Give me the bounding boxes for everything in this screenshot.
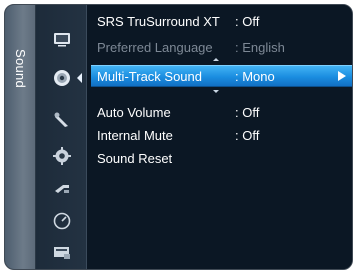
application-icon[interactable]: [52, 211, 72, 231]
support-icon[interactable]: [52, 243, 72, 263]
menu-item-label: Auto Volume: [97, 104, 171, 120]
menu-item-label: Preferred Language: [97, 39, 213, 55]
menu-item-internal-mute[interactable]: Internal Mute : Off: [87, 124, 352, 146]
menu-title-strip: Sound: [5, 5, 36, 269]
menu-item-value: : Off: [235, 127, 260, 143]
sound-menu-panel: Sound SRS TruSurround XT: Off Preferred…: [4, 4, 353, 270]
menu-item-auto-volume[interactable]: Auto Volume : Off: [87, 101, 352, 123]
menu-item-label: SRS TruSurround XT: [97, 13, 220, 29]
menu-item-value: : English: [235, 39, 285, 55]
menu-item-label: Sound Reset: [97, 150, 173, 166]
menu-item-multi-track-sound[interactable]: Multi-Track Sound : Mono: [91, 65, 352, 87]
menu-title: Sound: [13, 49, 28, 89]
picture-icon[interactable]: [52, 29, 72, 49]
menu-item-value: : Off: [235, 104, 260, 120]
menu-item-srs-trusurround[interactable]: SRS TruSurround XT : Off: [87, 10, 352, 32]
sound-menu-list: SRS TruSurround XT : Off Preferred Langu…: [87, 5, 352, 269]
menu-item-value: : Mono: [235, 68, 275, 84]
setup-icon[interactable]: [52, 146, 72, 166]
menu-item-value: : Off: [235, 13, 260, 29]
menu-item-label: Internal Mute: [97, 127, 173, 143]
tv-osd-screen: Sound SRS TruSurround XT: Off Preferred…: [0, 0, 358, 272]
menu-item-preferred-language: Preferred Language : English: [87, 36, 352, 58]
scroll-up-indicator: [213, 58, 219, 61]
sound-icon[interactable]: [52, 68, 82, 88]
menu-item-sound-reset[interactable]: Sound Reset: [87, 147, 352, 169]
submenu-arrow-icon: [338, 71, 346, 81]
input-icon[interactable]: [52, 179, 72, 199]
channel-icon[interactable]: [52, 110, 72, 130]
menu-item-label: Multi-Track Sound: [97, 68, 202, 84]
category-icon-column: [36, 5, 87, 269]
scroll-down-indicator: [213, 90, 219, 93]
